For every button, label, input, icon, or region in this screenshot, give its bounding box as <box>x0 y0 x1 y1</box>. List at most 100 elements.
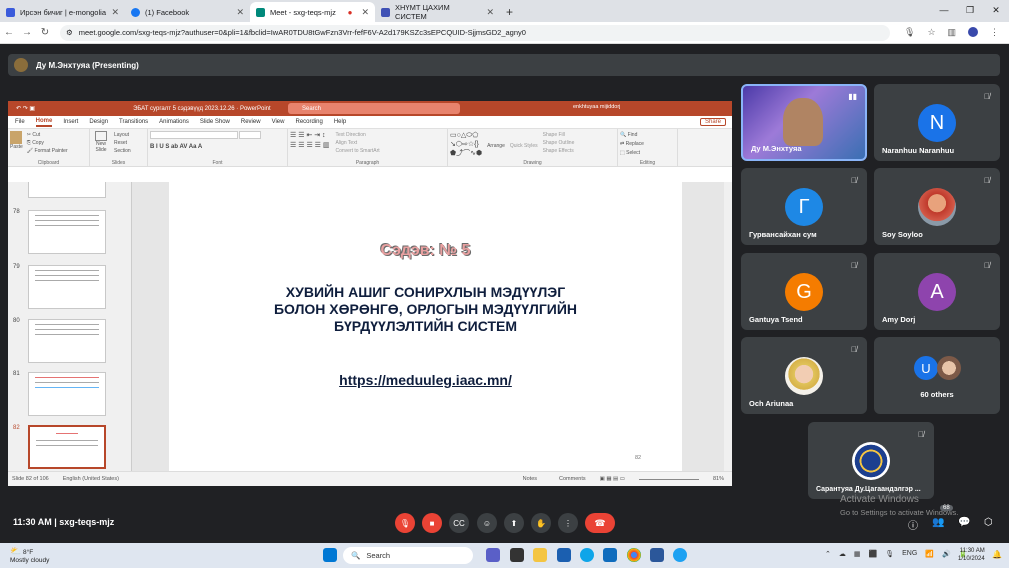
menu-animations[interactable]: Animations <box>159 119 189 125</box>
zoom-slider[interactable] <box>638 478 699 480</box>
menu-file[interactable]: File <box>15 119 25 125</box>
menu-home[interactable]: Home <box>35 118 53 127</box>
teams-icon[interactable] <box>486 548 500 562</box>
arrange-button[interactable]: Arrange <box>487 131 505 158</box>
app-icon[interactable] <box>510 548 524 562</box>
word-icon[interactable] <box>650 548 664 562</box>
mail-icon[interactable] <box>603 548 617 562</box>
menu-transitions[interactable]: Transitions <box>119 119 148 125</box>
browser-tab[interactable]: Ирсэн бичиг | e-mongolia ✕ <box>0 2 125 22</box>
slide-thumbnail[interactable] <box>28 319 106 363</box>
replace-button[interactable]: ⇄ Replace <box>620 140 675 149</box>
participant-tile[interactable]: 🎙̸ Soy Soyloo <box>874 168 1000 245</box>
cloud-icon[interactable]: ☁ <box>839 550 846 558</box>
volume-icon[interactable]: 🔊 <box>942 550 951 558</box>
text-direction-button[interactable]: Text Direction <box>336 131 380 139</box>
more-menu-icon[interactable]: ⋮ <box>990 27 999 38</box>
menu-slideshow[interactable]: Slide Show <box>200 119 230 125</box>
present-button[interactable]: ⬆ <box>504 513 524 533</box>
menu-view[interactable]: View <box>272 119 285 125</box>
reactions-button[interactable]: ☺ <box>477 513 497 533</box>
minimize-icon[interactable]: — <box>931 0 957 20</box>
participant-tile-presenter[interactable]: ▮▮ Ду М.Энхтуяа <box>741 84 867 161</box>
layout-button[interactable]: Layout <box>114 131 131 139</box>
info-icon[interactable]: ⓘ <box>908 517 918 532</box>
participant-tile[interactable]: 🎙̸ Och Ariunaa <box>741 337 867 414</box>
participant-tile[interactable]: 🎙̸ Сарантуяа Ду.Цагаандэлгэр ... <box>808 422 934 499</box>
sidepanel-icon[interactable]: ▥ <box>948 27 957 38</box>
cut-button[interactable]: ✂ Cut <box>27 131 68 139</box>
leave-call-button[interactable]: ☎ <box>585 513 615 533</box>
chevron-up-icon[interactable]: ⌃ <box>825 550 831 558</box>
app-icon[interactable] <box>673 548 687 562</box>
share-button[interactable]: Share <box>699 118 726 126</box>
chrome-icon[interactable] <box>627 548 641 562</box>
file-explorer-icon[interactable] <box>533 548 547 562</box>
weather-widget[interactable]: ⛅ 8°F Mostly cloudy <box>10 547 49 565</box>
store-icon[interactable] <box>557 548 571 562</box>
current-slide[interactable]: Сэдэв: № 5 ХУВИЙН АШИГ СОНИРХЛЫН МЭДҮҮЛЭ… <box>169 182 682 471</box>
camera-tray-icon[interactable]: ⬛ <box>869 550 878 558</box>
font-size-select[interactable] <box>239 131 262 139</box>
align-text-button[interactable]: Align Text <box>336 139 380 147</box>
browser-tab-active[interactable]: Meet - sxg-teqs-mjz ● ✕ <box>250 2 375 22</box>
shape-outline-button[interactable]: Shape Outline <box>543 139 575 147</box>
paragraph-icons[interactable]: ☰ ☰ ⇤ ⇥ ↕ ☰ ☰ ☰ ☰ ▥ <box>290 131 330 155</box>
browser-tab[interactable]: ХНҮМТ ЦАХИМ СИСТЕМ ✕ <box>375 2 500 22</box>
find-button[interactable]: 🔍 Find <box>620 131 675 140</box>
convert-smartart-button[interactable]: Convert to SmartArt <box>336 147 380 155</box>
format-painter-button[interactable]: 🖌 Format Painter <box>27 147 68 155</box>
new-tab-button[interactable]: + <box>506 5 513 19</box>
bookmark-star-icon[interactable]: ☆ <box>927 27 935 38</box>
profile-avatar[interactable] <box>968 27 979 37</box>
slide-scrollbar[interactable] <box>724 182 732 471</box>
taskbar-search[interactable]: 🔍 Search <box>343 547 473 564</box>
slide-thumbnail-selected[interactable] <box>28 425 106 469</box>
people-icon[interactable]: 👥 <box>932 517 944 528</box>
shape-fill-button[interactable]: Shape Fill <box>543 131 575 139</box>
reload-icon[interactable]: ↻ <box>36 27 54 38</box>
tab-close-icon[interactable]: ✕ <box>111 7 119 18</box>
microphone-icon[interactable]: 🎙 <box>904 27 915 38</box>
mic-toggle-button[interactable]: 🎙 <box>395 513 415 533</box>
slide-thumbnail[interactable] <box>28 372 106 416</box>
notification-icon[interactable]: 🔔 <box>992 550 1002 559</box>
font-family-select[interactable] <box>150 131 238 139</box>
language-indicator[interactable]: ENG <box>902 550 917 558</box>
copy-button[interactable]: ⎘ Copy <box>27 139 68 147</box>
wifi-icon[interactable]: 📶 <box>925 550 934 558</box>
system-clock[interactable]: 11:30 AM 1/10/2024 <box>958 547 985 563</box>
ppt-search[interactable]: Search <box>288 103 460 114</box>
edge-icon[interactable] <box>580 548 594 562</box>
paste-button[interactable]: Paste <box>10 131 23 155</box>
chat-icon[interactable]: 💬 <box>958 517 970 528</box>
quick-styles-button[interactable]: Quick Styles <box>510 131 538 158</box>
participant-tile[interactable]: 🎙̸ G Gantuya Tsend <box>741 253 867 330</box>
participant-tile[interactable]: 🎙̸ N Naranhuu Naranhuu <box>874 84 1000 161</box>
view-buttons[interactable]: ▣ ▦ ▤ ▭ <box>600 476 625 482</box>
select-button[interactable]: ⬚ Select <box>620 149 675 158</box>
menu-insert[interactable]: Insert <box>63 119 78 125</box>
slide-link[interactable]: https://meduuleg.iaac.mn/ <box>169 372 682 388</box>
font-format-icons[interactable]: B I U S ab AV Aa A <box>150 144 285 150</box>
participant-tile[interactable]: 🎙̸ A Amy Dorj <box>874 253 1000 330</box>
app-tray-icon[interactable]: ▦ <box>854 550 861 558</box>
reset-button[interactable]: Reset <box>114 139 131 147</box>
shape-effects-button[interactable]: Shape Effects <box>543 147 575 155</box>
camera-toggle-button[interactable]: ■ <box>422 513 442 533</box>
slide-thumbnail[interactable] <box>28 265 106 309</box>
menu-recording[interactable]: Recording <box>295 119 322 125</box>
comments-button[interactable]: Comments <box>559 476 586 482</box>
maximize-icon[interactable]: ❐ <box>957 0 983 20</box>
menu-help[interactable]: Help <box>334 119 346 125</box>
participant-tile[interactable]: 🎙̸ Г Гурвансайхан сум <box>741 168 867 245</box>
new-slide-button[interactable]: New Slide <box>92 131 110 155</box>
others-tile[interactable]: U 60 others <box>874 337 1000 414</box>
captions-button[interactable]: CC <box>449 513 469 533</box>
tab-close-icon[interactable]: ✕ <box>236 7 244 18</box>
forward-icon[interactable]: → <box>18 27 36 38</box>
browser-tab[interactable]: (1) Facebook ✕ <box>125 2 250 22</box>
menu-design[interactable]: Design <box>89 119 108 125</box>
start-icon[interactable] <box>323 548 337 562</box>
tab-close-icon[interactable]: ✕ <box>361 7 369 18</box>
